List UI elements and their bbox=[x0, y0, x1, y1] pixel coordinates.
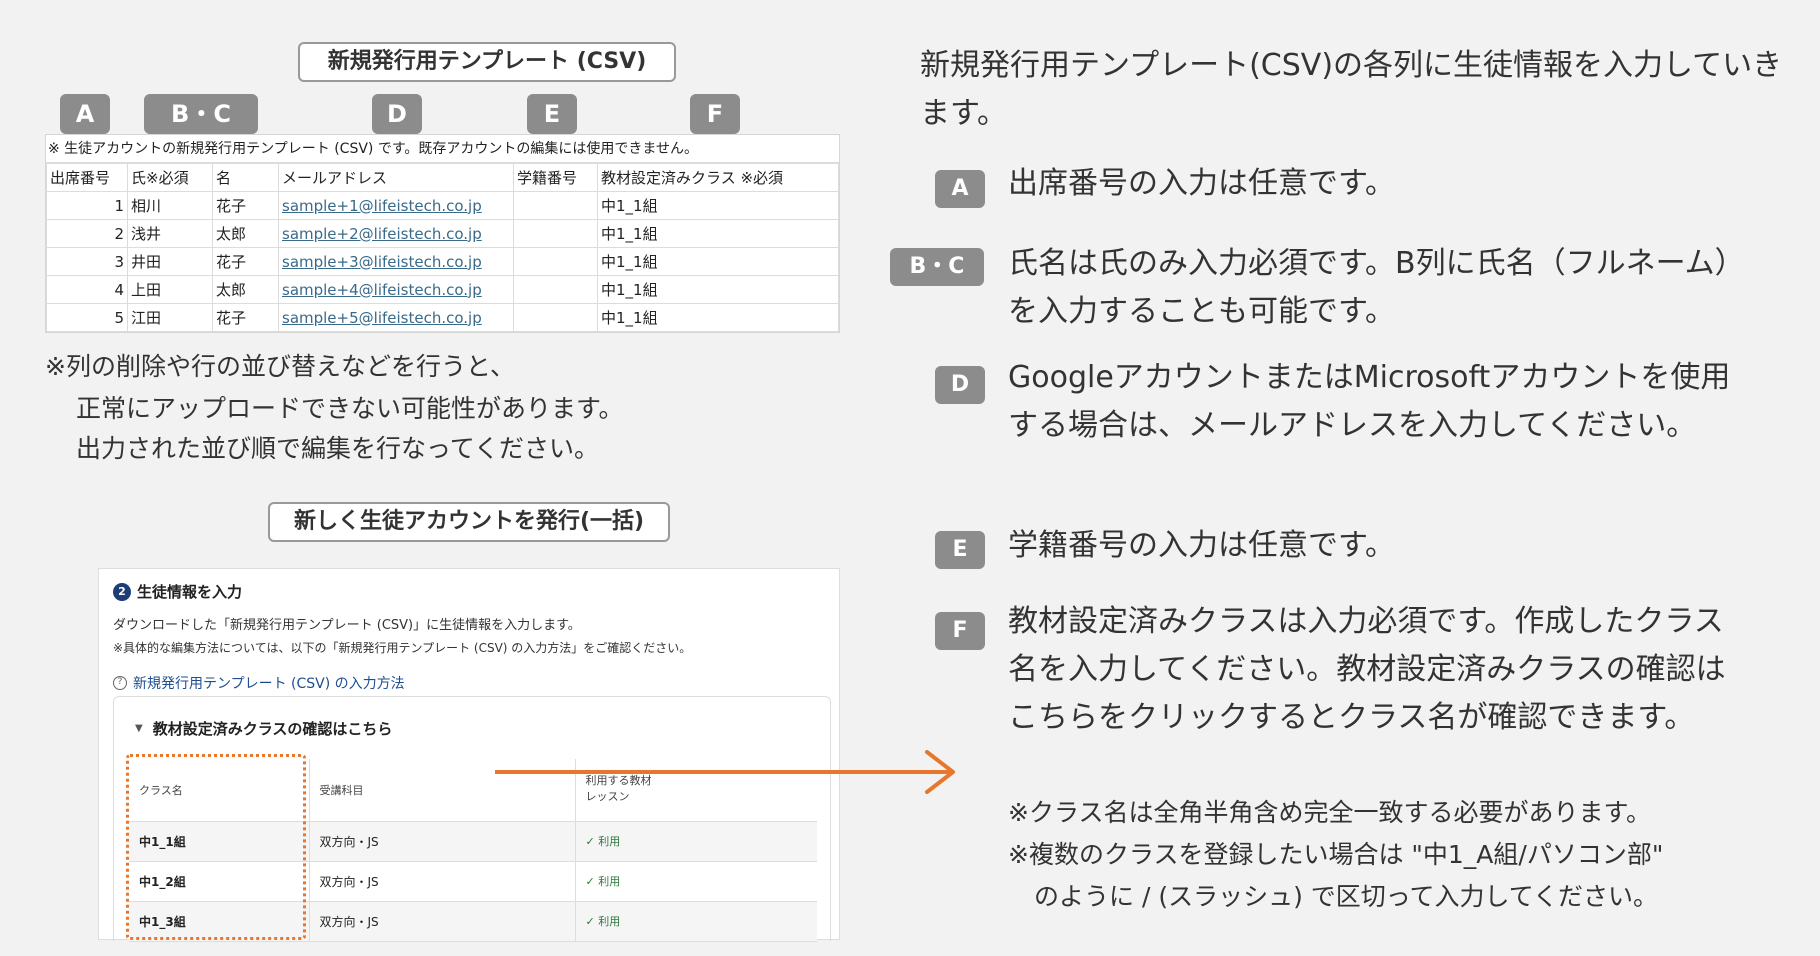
badge-f-right: F bbox=[935, 612, 985, 650]
sheet-cell: 5 bbox=[46, 303, 128, 332]
status-cell: ✓ 利用 bbox=[574, 861, 817, 902]
check-icon: ✓ bbox=[585, 835, 599, 848]
warning-line-1: ※列の削除や行の並び替えなどを行うと、 bbox=[45, 352, 515, 381]
warning-line-3: 出力された並び順で編集を行なってください。 bbox=[76, 434, 600, 463]
explain-e: 学籍番号の入力は任意です。 bbox=[1008, 528, 1395, 563]
class-note-1: ※クラス名は全角半角含め完全一致する必要があります。 bbox=[1008, 798, 1651, 827]
explain-f: 教材設定済みクラスは入力必須です。作成したクラス名を入力してください。教材設定済… bbox=[1008, 604, 1726, 735]
explain-d: GoogleアカウントまたはMicrosoftアカウントを使用する場合は、メール… bbox=[1008, 360, 1731, 443]
sheet-header-row: 出席番号 氏※必須 名 メールアドレス 学籍番号 教材設定済みクラス ※必須 bbox=[46, 163, 839, 192]
sheet-cell: 太郎 bbox=[212, 275, 279, 304]
sheet-cell-email[interactable]: sample+4@lifeistech.co.jp bbox=[278, 275, 514, 304]
sheet-row: 1 相川 花子 sample+1@lifeistech.co.jp 中1_1組 bbox=[46, 191, 839, 220]
sheet-header-cell: 学籍番号 bbox=[513, 163, 598, 192]
sheet-cell: 浅井 bbox=[127, 219, 213, 248]
step-title-text: 生徒情報を入力 bbox=[137, 583, 243, 601]
badge-d: D bbox=[372, 94, 422, 134]
sheet-cell: 花子 bbox=[212, 303, 279, 332]
intro-text: 新規発行用テンプレート(CSV)の各列に生徒情報を入力していきます。 bbox=[920, 48, 1783, 131]
sheet-header-cell: 出席番号 bbox=[46, 163, 128, 192]
panel-description-note: ※具体的な編集方法については、以下の「新規発行用テンプレート (CSV) の入力… bbox=[113, 641, 692, 655]
sheet-cell-email[interactable]: sample+2@lifeistech.co.jp bbox=[278, 219, 514, 248]
howto-link[interactable]: ? 新規発行用テンプレート (CSV) の入力方法 bbox=[113, 673, 405, 693]
badge-a-right: A bbox=[935, 170, 985, 208]
sheet-cell: 花子 bbox=[212, 191, 279, 220]
step-title: 2 生徒情報を入力 bbox=[113, 581, 242, 602]
sheet-cell: 井田 bbox=[127, 247, 213, 276]
sheet-cell: 3 bbox=[46, 247, 128, 276]
sheet-cell: 中1_1組 bbox=[597, 219, 839, 248]
class-confirm-accordion[interactable]: ▼ 教材設定済みクラスの確認はこちら bbox=[135, 718, 392, 739]
sheet-header-cell: 教材設定済みクラス ※必須 bbox=[597, 163, 839, 192]
arrow-right-icon bbox=[495, 750, 955, 794]
help-icon: ? bbox=[113, 676, 127, 690]
badge-bc-right: B・C bbox=[890, 248, 984, 286]
sheet-cell: 4 bbox=[46, 275, 128, 304]
check-icon: ✓ bbox=[585, 875, 599, 888]
sheet-cell: 1 bbox=[46, 191, 128, 220]
check-icon: ✓ bbox=[585, 915, 599, 928]
sheet-cell-email[interactable]: sample+5@lifeistech.co.jp bbox=[278, 303, 514, 332]
sheet-row: 3 井田 花子 sample+3@lifeistech.co.jp 中1_1組 bbox=[46, 247, 839, 276]
accordion-label[interactable]: 教材設定済みクラスの確認はこちら bbox=[153, 718, 393, 739]
badge-bc: B・C bbox=[144, 94, 258, 134]
sheet-cell: 中1_1組 bbox=[597, 247, 839, 276]
sheet-cell: 2 bbox=[46, 219, 128, 248]
sheet-row: 2 浅井 太郎 sample+2@lifeistech.co.jp 中1_1組 bbox=[46, 219, 839, 248]
class-column-highlight bbox=[126, 754, 306, 940]
status-cell: ✓ 利用 bbox=[574, 901, 817, 942]
status-cell: ✓ 利用 bbox=[574, 821, 817, 862]
subject-cell: 双方向・JS bbox=[308, 861, 575, 902]
csv-template-title: 新規発行用テンプレート (CSV) bbox=[298, 42, 676, 82]
sheet-table: 出席番号 氏※必須 名 メールアドレス 学籍番号 教材設定済みクラス ※必須 1… bbox=[46, 163, 839, 332]
sheet-cell: 相川 bbox=[127, 191, 213, 220]
sheet-row: 4 上田 太郎 sample+4@lifeistech.co.jp 中1_1組 bbox=[46, 275, 839, 304]
sheet-cell bbox=[513, 191, 598, 220]
caret-down-icon: ▼ bbox=[135, 723, 143, 734]
sheet-cell bbox=[513, 219, 598, 248]
sheet-row: 5 江田 花子 sample+5@lifeistech.co.jp 中1_1組 bbox=[46, 303, 839, 332]
sheet-cell bbox=[513, 247, 598, 276]
sheet-cell: 太郎 bbox=[212, 219, 279, 248]
badge-a: A bbox=[60, 94, 110, 134]
subject-cell: 双方向・JS bbox=[308, 901, 575, 942]
sheet-cell bbox=[513, 275, 598, 304]
panel-description: ダウンロードした「新規発行用テンプレート (CSV)」に生徒情報を入力します。 bbox=[113, 618, 581, 633]
sheet-note: ※ 生徒アカウントの新規発行用テンプレート (CSV) です。既存アカウントの編… bbox=[46, 135, 839, 163]
bulk-issue-title: 新しく生徒アカウントを発行(一括) bbox=[268, 502, 670, 542]
explain-a: 出席番号の入力は任意です。 bbox=[1008, 166, 1395, 201]
badge-d-right: D bbox=[935, 366, 985, 404]
sheet-cell: 上田 bbox=[127, 275, 213, 304]
sheet-cell-email[interactable]: sample+3@lifeistech.co.jp bbox=[278, 247, 514, 276]
subject-cell: 双方向・JS bbox=[308, 821, 575, 862]
sheet-header-cell: 名 bbox=[212, 163, 279, 192]
badge-e-right: E bbox=[935, 531, 985, 569]
sheet-header-cell: メールアドレス bbox=[278, 163, 514, 192]
sheet-cell: 江田 bbox=[127, 303, 213, 332]
class-note-2: ※複数のクラスを登録したい場合は "中1_A組/パソコン部" bbox=[1008, 840, 1664, 869]
howto-link-text[interactable]: 新規発行用テンプレート (CSV) の入力方法 bbox=[133, 673, 405, 693]
warning-line-2: 正常にアップロードできない可能性があります。 bbox=[76, 394, 624, 423]
sheet-cell: 中1_1組 bbox=[597, 303, 839, 332]
badge-f: F bbox=[690, 94, 740, 134]
csv-spreadsheet: ※ 生徒アカウントの新規発行用テンプレート (CSV) です。既存アカウントの編… bbox=[45, 134, 840, 333]
sheet-cell: 中1_1組 bbox=[597, 275, 839, 304]
badge-e: E bbox=[527, 94, 577, 134]
sheet-cell: 花子 bbox=[212, 247, 279, 276]
sheet-cell bbox=[513, 303, 598, 332]
explain-bc: 氏名は氏のみ入力必須です。B列に氏名（フルネーム）を入力することも可能です。 bbox=[1008, 246, 1745, 329]
class-note-3: のように / (スラッシュ) で区切って入力してください。 bbox=[1034, 882, 1659, 911]
step-number-badge: 2 bbox=[113, 582, 131, 601]
sheet-cell-email[interactable]: sample+1@lifeistech.co.jp bbox=[278, 191, 514, 220]
sheet-cell: 中1_1組 bbox=[597, 191, 839, 220]
sheet-header-cell: 氏※必須 bbox=[127, 163, 213, 192]
